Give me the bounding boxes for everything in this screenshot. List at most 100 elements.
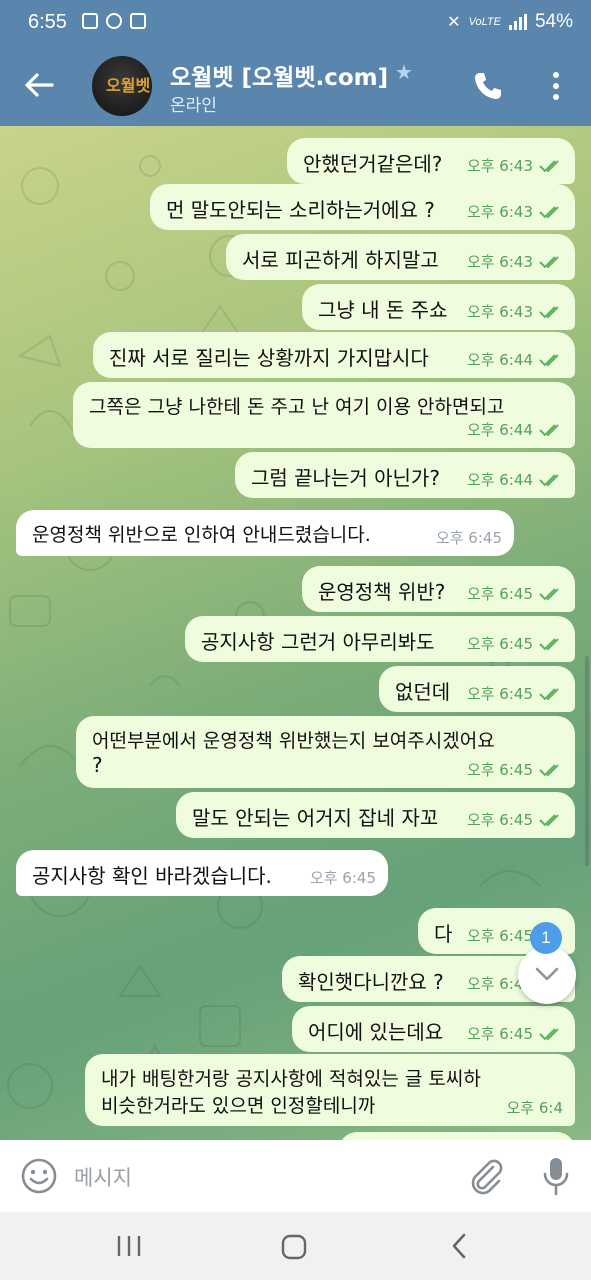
message-time: 오후 6:43	[466, 253, 533, 271]
message-time: 오후 6:45	[466, 685, 533, 703]
message-bubble-out[interactable]: 내가 배팅한거랑 공지사항에 적혀있는 글 토씨하 비슷한거라도 있으면 인정할…	[85, 1054, 575, 1126]
message-text: 내가 배팅한거랑 공지사항에 적혀있는 글 토씨하	[101, 1068, 481, 1090]
message-bubble-out[interactable]: 어디에 있는데요 오후 6:45	[292, 1006, 575, 1052]
message-text: 그냥 내 돈 주쇼	[318, 298, 448, 322]
paperclip-icon[interactable]	[468, 1157, 504, 1195]
double-check-icon	[539, 205, 559, 218]
message-text: 공지사항 그런거 아무리봐도	[201, 630, 435, 654]
message-bubble-out[interactable]: 그럼 끝나는거 아닌가? 오후 6:44	[235, 452, 575, 498]
message-text: 진짜 서로 질리는 상황까지 가지맙시다	[109, 346, 429, 370]
message-text: 먼 말도안되는 소리하는거에요 ?	[166, 198, 435, 222]
double-check-icon	[539, 353, 559, 366]
message-text: 안했던거같은데?	[303, 152, 443, 176]
emoji-icon[interactable]	[20, 1157, 58, 1195]
message-bubble-out[interactable]: 먼 말도안되는 소리하는거에요 ? 오후 6:43	[150, 184, 575, 230]
message-text: 확인햇다니깐요 ?	[298, 970, 444, 994]
message-text: 그쪽은 그냥 나한테 돈 주고 난 여기 이용 안하면되고	[89, 396, 505, 418]
message-text: 운영정책 위반으로 인하여 안내드렸습니다.	[32, 524, 371, 546]
message-time: 오후 6:4	[506, 1099, 563, 1117]
message-time: 오후 6:45	[309, 869, 376, 887]
recent-apps-icon[interactable]	[115, 1234, 143, 1258]
message-bubble-out[interactable]: 말도 안되는 어거지 잡네 자꼬 오후 6:45	[176, 792, 575, 838]
chat-title[interactable]: 오월벳 [오월벳.com]	[170, 58, 388, 92]
message-input[interactable]: 메시지	[74, 1162, 132, 1192]
mute-icon: ✕	[447, 14, 461, 31]
message-time: 오후 6:44	[466, 351, 533, 369]
notification-icons	[82, 13, 146, 29]
phone-icon[interactable]	[472, 70, 504, 102]
double-check-icon	[539, 813, 559, 826]
message-bubble-out[interactable]: 안했던거같은데? 오후 6:43	[287, 138, 575, 184]
message-bubble-out[interactable]: 없던데 오후 6:45	[379, 666, 575, 712]
avatar[interactable]: 오월벳	[92, 56, 152, 116]
status-time: 6:55	[28, 11, 67, 33]
message-time: 오후 6:45	[466, 1025, 533, 1043]
chat-header: 오월벳 오월벳 [오월벳.com] ★ 온라인	[0, 46, 591, 126]
message-bubble-out[interactable]: 공지사항 그런거 아무리봐도 오후 6:45	[185, 616, 575, 662]
unread-count-badge: 1	[530, 922, 562, 954]
message-bubble-out[interactable]: 어떤부분에서 운영정책 위반했는지 보여주시겠어요 ? 오후 6:45	[76, 716, 575, 788]
double-check-icon	[539, 687, 559, 700]
message-text: 없던데	[395, 680, 451, 704]
message-bubble-out[interactable]: 진짜 서로 질리는 상황까지 가지맙시다 오후 6:44	[93, 332, 575, 378]
message-text: 공지사항 확인 바라겠습니다.	[32, 864, 272, 888]
system-navigation-bar	[0, 1212, 591, 1280]
battery-level: 54%	[534, 11, 573, 32]
message-bubble-out-partial	[339, 1132, 575, 1140]
message-time: 오후 6:45	[466, 635, 533, 653]
double-check-icon	[539, 473, 559, 486]
message-text-line2: 비슷한거라도 있으면 인정할테니까	[101, 1095, 376, 1117]
message-time: 오후 6:44	[466, 421, 533, 439]
message-bubble-out[interactable]: 그쪽은 그냥 나한테 돈 주고 난 여기 이용 안하면되고 오후 6:44	[73, 382, 575, 448]
double-check-icon	[539, 423, 559, 436]
message-time: 오후 6:45	[435, 529, 502, 547]
message-text: 운영정책 위반?	[318, 580, 446, 604]
double-check-icon	[539, 159, 559, 172]
message-input-bar: 메시지	[0, 1140, 591, 1212]
app-notification-icon	[130, 13, 146, 29]
back-arrow-icon[interactable]	[22, 68, 56, 102]
message-time: 오후 6:45	[466, 761, 533, 779]
double-check-icon	[539, 637, 559, 650]
verified-star-icon: ★	[395, 60, 413, 84]
message-text: 다	[434, 922, 453, 946]
message-bubble-out[interactable]: 서로 피곤하게 하지말고 오후 6:43	[226, 234, 575, 280]
signal-icon	[508, 14, 527, 30]
message-time: 오후 6:45	[466, 927, 533, 945]
chevron-down-icon	[535, 967, 559, 981]
microphone-icon[interactable]	[540, 1155, 572, 1197]
scroll-down-button[interactable]	[518, 946, 576, 1004]
volume-icon	[106, 13, 122, 29]
chat-status: 온라인	[170, 96, 217, 116]
nav-back-icon[interactable]	[448, 1232, 470, 1260]
gallery-icon	[82, 13, 98, 29]
double-check-icon	[539, 587, 559, 600]
double-check-icon	[539, 763, 559, 776]
scrollbar[interactable]	[585, 656, 589, 866]
double-check-icon	[539, 1027, 559, 1040]
message-bubble-out[interactable]: 운영정책 위반? 오후 6:45	[302, 566, 575, 612]
avatar-logo: 오월벳	[106, 76, 151, 95]
status-bar: 6:55 ✕ VoLTE 54%	[0, 0, 591, 46]
message-time: 오후 6:45	[466, 811, 533, 829]
message-text: 말도 안되는 어거지 잡네 자꼬	[192, 806, 439, 830]
message-bubble-in[interactable]: 공지사항 확인 바라겠습니다. 오후 6:45	[16, 850, 388, 896]
message-bubble-out[interactable]: 그냥 내 돈 주쇼 오후 6:43	[302, 284, 575, 330]
status-right: ✕ VoLTE 54%	[447, 11, 573, 33]
home-icon[interactable]	[280, 1233, 308, 1261]
message-time: 오후 6:43	[466, 203, 533, 221]
message-bubble-in[interactable]: 운영정책 위반으로 인하여 안내드렸습니다. 오후 6:45	[16, 510, 514, 556]
more-vert-icon[interactable]	[546, 70, 566, 102]
message-time: 오후 6:43	[466, 157, 533, 175]
message-time: 오후 6:43	[466, 303, 533, 321]
message-text: 그럼 끝나는거 아닌가?	[251, 466, 440, 490]
double-check-icon	[539, 255, 559, 268]
message-time: 오후 6:45	[466, 585, 533, 603]
chat-area[interactable]: 안했던거같은데? 오후 6:43 먼 말도안되는 소리하는거에요 ? 오후 6:…	[0, 126, 591, 1140]
double-check-icon	[539, 305, 559, 318]
message-text: 어디에 있는데요	[308, 1020, 444, 1044]
message-text: 서로 피곤하게 하지말고	[242, 248, 439, 272]
message-time: 오후 6:44	[466, 471, 533, 489]
volte-icon: VoLTE	[468, 16, 501, 28]
message-text-line2: ?	[92, 753, 103, 777]
